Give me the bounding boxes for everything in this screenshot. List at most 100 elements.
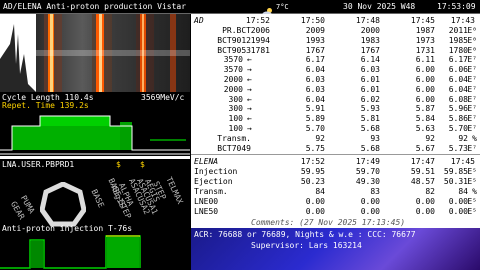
cell-value: 1767 [360,45,380,55]
cell-value: 5.68 [360,143,380,153]
cell-value: 6.08 [448,94,468,104]
cell-value: 6.03 [305,75,325,84]
cell-value: 59.95 [300,167,325,176]
ad-header-row: AD 17:52 17:50 17:48 17:45 17:43 [191,16,480,25]
cell-value: 1983 [360,35,380,45]
cell-value: 2009 [305,26,325,35]
cell-value: 5.89 [305,114,325,124]
row-label: 100 [228,124,243,133]
table-row: 3570 → 6.04 6.03 6.00 6.06 E⁷ [191,65,480,74]
cycle-time: 17:52 [245,16,270,25]
momentum: 3569MeV/c [141,93,185,102]
cycle-timeline [0,110,190,156]
cell-value: 1987 [415,26,435,35]
page-title: AD/ELENA Anti-proton production Vistar [3,2,187,11]
row-label: Ejection [194,177,233,186]
row-label: Injection [194,167,238,176]
table-row: LNE50 0.00 0.00 0.00 0.00 E⁵ [191,207,480,216]
injection-title: Anti-proton injection T-76s [2,224,133,233]
cell-value: 0.00 [305,207,325,216]
cell-value: 84 [458,187,468,196]
table-row: 300 ← 6.04 6.02 6.00 6.08 E⁷ [191,95,480,104]
table-row: 100 ← 5.89 5.81 5.84 5.86 E⁷ [191,114,480,123]
unit-label: E⁷ [467,124,477,133]
cell-value: 6.00 [415,94,435,104]
cell-value: 1780 [448,45,468,55]
cell-value: 6.17 [448,55,468,65]
cell-value: 1993 [305,35,325,45]
row-label: BCT9053 [217,45,251,55]
unit-label: E⁷ [467,114,477,124]
ad-section-title: AD [194,16,204,25]
radial-label: TELMAX [164,175,185,206]
cycle-time: 17:49 [355,157,380,166]
table-row: 2000 ← 6.03 6.01 6.00 6.04 E⁷ [191,75,480,84]
unit-label: E⁷ [467,94,477,104]
table-row: 300 → 5.91 5.93 5.87 5.96 E⁷ [191,104,480,113]
elena-section-title: ELENA [194,157,219,166]
arrow-icon: → [247,124,252,133]
cell-value: 6.11 [415,55,435,65]
comments-row: Comments: (27 Nov 2025 17:13:45) [191,218,480,227]
cell-value: 49.30 [355,177,380,186]
contact-line: ACR: 76688 or 76689, Nights & w.e : CCC:… [194,230,416,239]
cycle-time: 17:48 [355,16,380,25]
cell-value: 1985 [448,35,468,45]
cell-value: 2006 [250,26,270,35]
table-row: LNE00 0.00 0.00 0.00 0.00 E⁵ [191,197,480,206]
cloud-sun-icon [262,2,274,17]
cell-value: 5.68 [360,124,380,133]
table-row: BCT9053 1781 1767 1767 1731 1780 E⁰ [191,46,480,55]
cell-value: 6.04 [448,84,468,94]
elena-header-row: ELENA 17:52 17:49 17:47 17:45 [191,157,480,166]
cell-value: 5.87 [415,104,435,114]
table-row: BCT9012 1994 1993 1983 1973 1985 E⁰ [191,36,480,45]
cell-value: 6.06 [448,65,468,75]
date: 30 Nov 2025 W48 [343,2,416,11]
cell-value: 1973 [415,35,435,45]
unit-label: % [472,187,477,196]
cell-value: 6.04 [305,94,325,104]
cell-value: 50.31 [443,177,468,186]
cell-value: 59.51 [410,167,435,176]
cell-value: 1767 [305,45,325,55]
divider [191,154,480,155]
table-row: 100 → 5.70 5.68 5.63 5.70 E⁷ [191,124,480,133]
cell-value: 0.00 [415,197,435,206]
unit-label: E⁷ [467,55,477,65]
cell-value: 1781 [250,45,270,55]
cell-value: 6.00 [415,75,435,84]
cycle-time: 17:45 [450,157,475,166]
cell-value: 59.85 [443,167,468,176]
cell-value: 0.00 [448,207,468,216]
cell-value: 6.04 [448,75,468,84]
cell-value: 6.17 [305,55,325,65]
unit-label: E⁷ [467,75,477,84]
cell-value: 6.03 [360,65,380,75]
cell-value: 6.03 [305,84,325,94]
cycle-time: 17:43 [450,16,475,25]
cell-value: 0.00 [360,207,380,216]
cycle-time: 17:50 [300,16,325,25]
cell-value: 5.86 [448,114,468,124]
cell-value: 5.93 [360,104,380,114]
arrow-icon: ← [247,75,252,84]
comments: Comments: (27 Nov 2025 17:13:45) [251,218,406,227]
cell-value: 5.96 [448,104,468,114]
cell-value: 0.00 [448,197,468,206]
row-label: 2000 [223,75,243,84]
row-label: LNE00 [194,197,219,206]
cell-value: 50.23 [300,177,325,186]
table-row: PR.BCT 2006 2009 2000 1987 2011 E⁰ [191,26,480,35]
cycle-time: 17:47 [410,157,435,166]
cell-value: 6.14 [360,55,380,65]
dollar-marker: $ [116,160,121,169]
cell-value: 5.70 [448,124,468,133]
row-label: 2000 [223,84,243,94]
cell-value: 93 [370,133,380,143]
repet-time: Repet. Time 139.2s [2,101,89,110]
cell-value: 92 [458,133,468,143]
row-label: BCT9012 [217,35,251,45]
table-row: Transm. 92 93 92 92% [191,134,480,143]
top-bar: AD/ELENA Anti-proton production Vistar 7… [0,0,480,17]
